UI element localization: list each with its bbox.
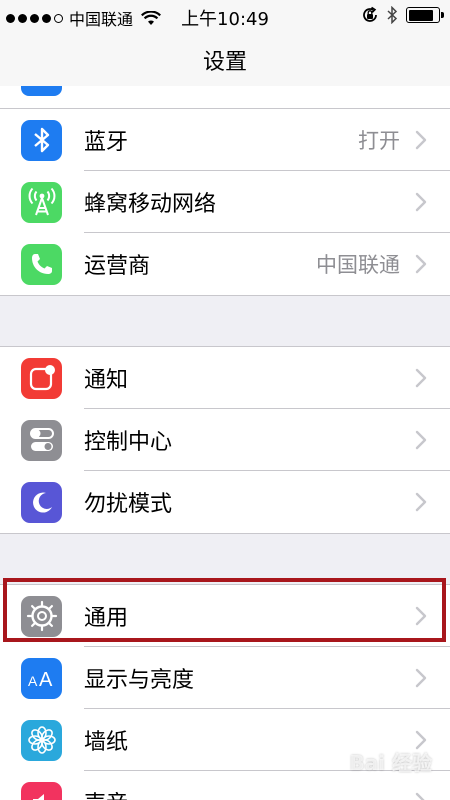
row-value: 打开 [358, 129, 400, 153]
status-right [361, 6, 444, 24]
flower-icon [21, 719, 62, 761]
notification-icon [21, 357, 62, 399]
cellular-antenna-icon [21, 181, 62, 223]
chevron-right-icon [415, 130, 427, 150]
row-label: 控制中心 [84, 430, 173, 455]
settings-row-bluetooth[interactable]: 蓝牙 打开 [0, 109, 450, 171]
battery-icon [406, 7, 444, 23]
phone-icon [21, 243, 62, 285]
chevron-right-icon [415, 430, 427, 450]
svg-text:A: A [28, 673, 38, 689]
settings-row-cellular[interactable]: 蜂窝移动网络 [0, 171, 450, 233]
settings-row-general[interactable]: 通用 [0, 585, 450, 647]
partial-row-above[interactable] [0, 86, 450, 109]
chevron-right-icon [415, 254, 427, 274]
settings-row-display[interactable]: AA 显示与亮度 [0, 647, 450, 709]
settings-group: 通知 控制中心 勿扰模式 [0, 346, 450, 534]
settings-list: 蓝牙 打开 蜂窝移动网络 运营商 中国联通 通知 控制中心 勿扰模式 通用 A … [0, 86, 450, 800]
chevron-right-icon [415, 192, 427, 212]
row-label: 蜂窝移动网络 [84, 192, 217, 217]
row-label: 显示与亮度 [84, 668, 195, 693]
row-value: 中国联通 [316, 253, 400, 277]
chevron-right-icon [415, 368, 427, 388]
row-label: 声音 [84, 786, 400, 800]
row-label: 通知 [84, 368, 129, 393]
settings-row-do-not-disturb[interactable]: 勿扰模式 [0, 471, 450, 533]
partial-app-icon [21, 86, 62, 96]
page-title: 设置 [202, 50, 247, 75]
row-label: 运营商 [84, 254, 151, 279]
nav-bar: 设置 [0, 34, 450, 86]
moon-icon [21, 481, 62, 523]
gear-icon [21, 595, 62, 637]
settings-row-carrier[interactable]: 运营商 中国联通 [0, 233, 450, 295]
chevron-right-icon [415, 492, 427, 512]
text-size-icon: AA [21, 657, 62, 699]
rotation-lock-icon [363, 6, 377, 22]
bluetooth-status-icon [387, 6, 398, 24]
row-label: 蓝牙 [84, 130, 129, 155]
watermark: Bai 经验 [349, 751, 432, 775]
speaker-icon [21, 781, 62, 800]
settings-screen: 中国联通 上午10:49 设置 蓝牙 打开 蜂窝移动网络 运营商 中国联通 通知… [0, 0, 450, 800]
chevron-right-icon [415, 606, 427, 626]
row-label: 勿扰模式 [84, 492, 173, 517]
settings-group: 蓝牙 打开 蜂窝移动网络 运营商 中国联通 [0, 109, 450, 296]
settings-row-notifications[interactable]: 通知 [0, 347, 450, 409]
bluetooth-icon [21, 119, 62, 161]
settings-row-control-center[interactable]: 控制中心 [0, 409, 450, 471]
toggle-switches-icon [21, 419, 62, 461]
svg-text:A: A [39, 669, 53, 690]
row-label: 通用 [84, 606, 129, 631]
status-bar: 中国联通 上午10:49 [0, 0, 450, 34]
settings-groups: 蓝牙 打开 蜂窝移动网络 运营商 中国联通 通知 控制中心 勿扰模式 通用 A … [0, 109, 450, 800]
chevron-right-icon [415, 668, 427, 688]
battery-level [408, 9, 434, 21]
chevron-right-icon [415, 792, 425, 800]
